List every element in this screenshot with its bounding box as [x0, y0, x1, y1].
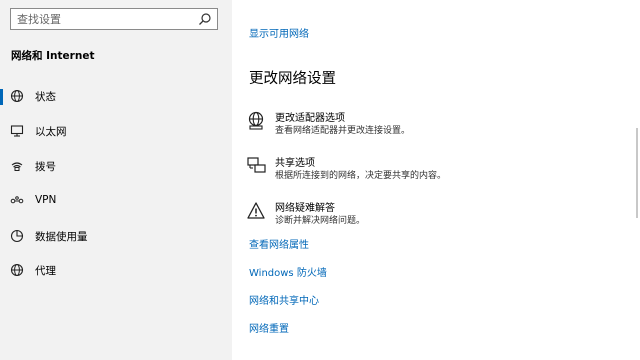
option-title: 网络疑难解答: [275, 203, 335, 214]
vpn-icon: [10, 196, 24, 204]
warning-icon: [247, 202, 265, 219]
sidebar: 网络和 Internet 状态 以太网 拨号: [0, 0, 232, 360]
sidebar-item-label: 以太网: [35, 126, 67, 138]
search-box[interactable]: [10, 8, 218, 30]
dialup-icon: [11, 162, 23, 171]
option-description: 诊断并解决网络问题。: [275, 216, 366, 226]
ethernet-icon: [10, 125, 24, 137]
selected-indicator: [0, 89, 3, 105]
option-description: 根据所连接到的网络，决定要共享的内容。: [275, 171, 447, 181]
sidebar-item-label: 状态: [35, 91, 56, 103]
search-icon[interactable]: [198, 12, 212, 26]
sidebar-item-label: 拨号: [35, 161, 56, 173]
sidebar-item-proxy[interactable]: 代理: [0, 254, 232, 288]
change-adapter-options[interactable]: 更改适配器选项 查看网络适配器并更改连接设置。: [247, 111, 547, 143]
section-title: 网络和 Internet: [11, 50, 95, 62]
option-description: 查看网络适配器并更改连接设置。: [275, 126, 411, 136]
scrollbar[interactable]: [636, 128, 638, 218]
sidebar-item-label: VPN: [35, 194, 57, 206]
proxy-globe-icon: [10, 263, 24, 277]
sidebar-item-vpn[interactable]: VPN: [0, 185, 232, 219]
page-heading: 更改网络设置: [249, 71, 336, 87]
search-input[interactable]: [11, 9, 197, 29]
windows-firewall-link[interactable]: Windows 防火墙: [249, 264, 327, 279]
sidebar-item-ethernet[interactable]: 以太网: [0, 115, 232, 149]
network-reset-link[interactable]: 网络重置: [249, 320, 289, 335]
data-usage-icon: [10, 229, 24, 243]
sidebar-item-label: 代理: [35, 265, 56, 277]
status-globe-icon: [10, 89, 24, 103]
sharing-options[interactable]: 共享选项 根据所连接到的网络，决定要共享的内容。: [247, 156, 547, 188]
sidebar-item-status[interactable]: 状态: [0, 80, 232, 114]
network-troubleshooter[interactable]: 网络疑难解答 诊断并解决网络问题。: [247, 201, 547, 233]
sidebar-item-data-usage[interactable]: 数据使用量: [0, 220, 232, 254]
show-available-networks-link[interactable]: 显示可用网络: [249, 25, 309, 40]
network-sharing-center-link[interactable]: 网络和共享中心: [249, 292, 319, 307]
option-title: 共享选项: [275, 158, 315, 169]
option-title: 更改适配器选项: [275, 113, 345, 124]
sidebar-item-label: 数据使用量: [35, 231, 88, 243]
sharing-icon: [247, 157, 266, 173]
sidebar-item-dialup[interactable]: 拨号: [0, 150, 232, 184]
view-network-properties-link[interactable]: 查看网络属性: [249, 236, 309, 251]
adapter-globe-icon: [248, 111, 264, 130]
